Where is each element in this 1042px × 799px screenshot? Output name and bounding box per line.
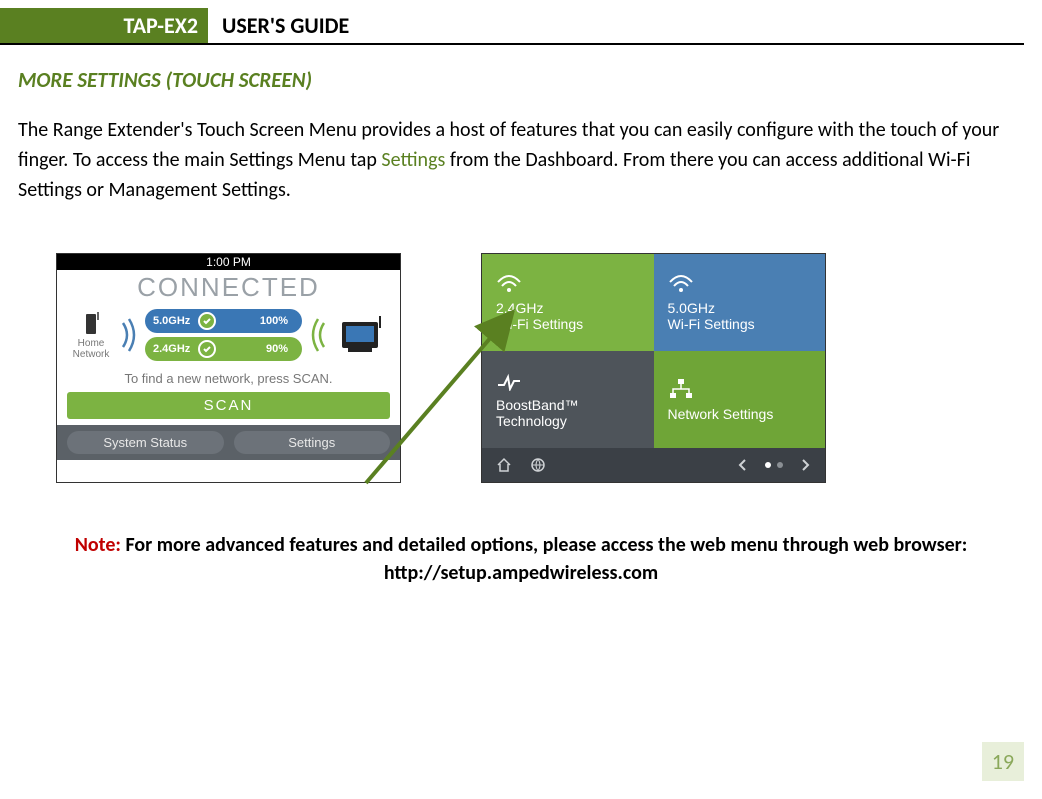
router-small-icon <box>80 310 102 336</box>
page-header: TAP-EX2 USER'S GUIDE <box>0 8 1024 45</box>
dashboard-screenshot: 1:00 PM CONNECTED Home Network 5.0GHz 10… <box>56 253 401 483</box>
boost-icon <box>496 371 522 391</box>
dashboard-bottom-bar: System Status Settings <box>57 425 400 460</box>
band-5ghz-pill: 5.0GHz 100% <box>145 309 302 333</box>
chevron-left-icon[interactable] <box>737 458 747 472</box>
scan-button[interactable]: SCAN <box>67 392 390 419</box>
extender-device-icon <box>332 313 390 357</box>
check-icon <box>198 312 216 330</box>
signal-waves-left-icon <box>121 315 139 355</box>
page-number: 19 <box>982 742 1024 781</box>
settings-nav-bar <box>482 448 825 482</box>
signal-row: Home Network 5.0GHz 100% 2.4GHz 90% <box>57 309 400 367</box>
section-title: MORE SETTINGS (TOUCH SCREEN) <box>18 67 1042 93</box>
note-paragraph: Note: For more advanced features and det… <box>60 531 982 587</box>
product-badge: TAP-EX2 <box>0 8 212 43</box>
doc-title: USER'S GUIDE <box>212 8 349 43</box>
tile-network-settings[interactable]: Network Settings <box>654 351 826 448</box>
note-text: For more advanced features and detailed … <box>121 533 967 585</box>
home-network-label: Home Network <box>67 310 115 360</box>
note-label: Note: <box>75 533 121 557</box>
signal-waves-right-icon <box>308 315 326 355</box>
settings-button[interactable]: Settings <box>234 431 391 454</box>
settings-menu-screenshot: 2.4GHz Wi-Fi Settings 5.0GHz Wi-Fi Setti… <box>481 253 826 483</box>
chevron-right-icon[interactable] <box>801 458 811 472</box>
network-icon <box>668 378 694 400</box>
wifi-icon <box>496 274 522 294</box>
page-dots <box>765 462 783 468</box>
system-status-button[interactable]: System Status <box>67 431 224 454</box>
tile-24ghz-wifi[interactable]: 2.4GHz Wi-Fi Settings <box>482 254 654 351</box>
home-icon[interactable] <box>496 457 512 473</box>
status-time: 1:00 PM <box>57 254 400 270</box>
scan-hint: To find a new network, press SCAN. <box>57 367 400 392</box>
figure-row: 1:00 PM CONNECTED Home Network 5.0GHz 10… <box>56 253 1042 483</box>
settings-keyword: Settings <box>381 148 445 172</box>
connection-status: CONNECTED <box>57 270 400 309</box>
intro-paragraph: The Range Extender's Touch Screen Menu p… <box>18 115 1012 205</box>
check-icon <box>198 340 216 358</box>
wifi-icon <box>668 274 694 294</box>
band-pills: 5.0GHz 100% 2.4GHz 90% <box>145 309 302 361</box>
tile-5ghz-wifi[interactable]: 5.0GHz Wi-Fi Settings <box>654 254 826 351</box>
globe-icon[interactable] <box>530 457 546 473</box>
band-24ghz-pill: 2.4GHz 90% <box>145 337 302 361</box>
tile-boostband[interactable]: BoostBand™ Technology <box>482 351 654 448</box>
